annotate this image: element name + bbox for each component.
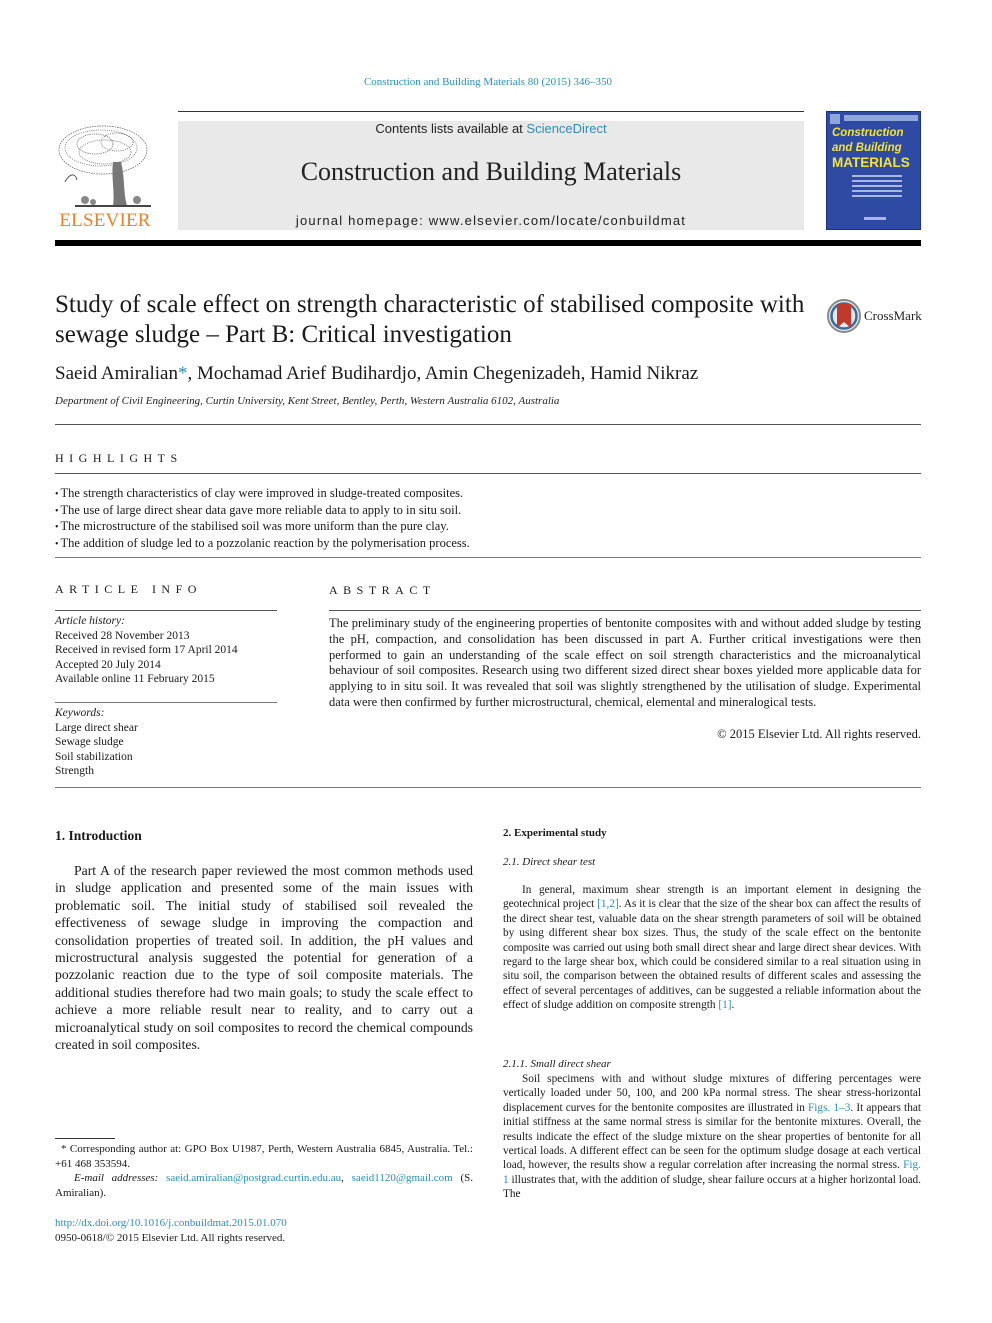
history-item: Received in revised form 17 April 2014 [55,644,238,656]
divider [55,610,277,611]
subsection-heading-small-direct-shear: 2.1.1. Small direct shear [503,1058,611,1070]
figure-link[interactable]: Figs. 1–3 [808,1102,850,1114]
crossmark-icon [827,299,861,333]
highlights-heading: HIGHLIGHTS [55,451,183,465]
cover-bar [844,115,918,121]
divider [55,702,277,703]
masthead-divider [55,240,921,246]
abstract-copyright: © 2015 Elsevier Ltd. All rights reserved… [717,727,921,741]
history-item: Received 28 November 2013 [55,629,190,642]
footnote: * Corresponding author at: GPO Box U1987… [55,1142,473,1200]
cover-text-lines [852,175,902,200]
divider [329,610,921,611]
author[interactable]: Saeid Amiralian [55,363,178,384]
crossmark-button[interactable]: CrossMark [826,298,926,334]
email-note: E-mail addresses: saeid.amiralian@postgr… [55,1172,473,1199]
keyword: Strength [55,765,94,777]
highlight-item: The addition of sludge led to a pozzolan… [55,536,921,553]
direct-shear-paragraph: In general, maximum shear strength is an… [503,884,921,1012]
divider [55,787,921,788]
author[interactable]: Mochamad Arief Budihardjo [197,363,417,384]
issn-line: 0950-0618/© 2015 Elsevier Ltd. All right… [55,1231,286,1244]
abstract-heading: ABSTRACT [329,583,436,597]
highlight-item: The use of large direct shear data gave … [55,503,921,520]
highlight-item: The strength characteristics of clay wer… [55,486,921,503]
divider [55,557,921,558]
section-heading-experimental: 2. Experimental study [503,827,607,839]
article-history: Article history: Received 28 November 20… [55,614,277,687]
highlight-item: The microstructure of the stabilised soi… [55,519,921,536]
small-direct-shear-paragraph: Soil specimens with and without sludge m… [503,1073,921,1201]
journal-title: Construction and Building Materials [300,157,682,186]
keywords-label: Keywords: [55,707,105,719]
header-rule [178,111,804,112]
author[interactable]: Hamid Nikraz [590,363,698,384]
footnote-rule [55,1138,115,1139]
keyword: Soil stabilization [55,750,133,763]
citation-link[interactable]: [1,2] [597,898,619,910]
article-info-heading: ARTICLE INFO [55,582,202,596]
affiliation: Department of Civil Engineering, Curtin … [55,395,560,407]
journal-reference[interactable]: Construction and Building Materials 80 (… [0,76,976,88]
cover-footer [864,217,886,220]
contents-prefix: Contents lists available at [375,121,527,136]
highlights-list: The strength characteristics of clay wer… [55,486,921,553]
journal-masthead: Contents lists available at ScienceDirec… [178,121,804,230]
divider [55,473,921,474]
citation-link[interactable]: [1] [718,999,731,1011]
history-item: Available online 11 February 2015 [55,673,215,685]
email-label: E-mail addresses: [74,1172,159,1184]
elsevier-wordmark: ELSEVIER [59,210,151,231]
doi-block: http://dx.doi.org/10.1016/j.conbuildmat.… [55,1216,287,1245]
divider [55,424,921,425]
section-heading-introduction: 1. Introduction [55,828,142,843]
subsection-heading-direct-shear: 2.1. Direct shear test [503,856,596,868]
email-link[interactable]: saeid1120@gmail.com [352,1172,453,1184]
contents-line: Contents lists available at ScienceDirec… [178,121,804,136]
abstract-text: The preliminary study of the engineering… [329,616,921,709]
author-list: Saeid Amiralian*, Mochamad Arief Budihar… [55,363,699,384]
cover-subtitle: MATERIALS [832,155,910,170]
corresponding-author-note: * Corresponding author at: GPO Box U1987… [55,1143,473,1170]
journal-cover[interactable]: Construction and Building MATERIALS [826,111,921,230]
article-history-label: Article history: [55,615,125,627]
article-title: Study of scale effect on strength charac… [55,291,805,348]
sciencedirect-link[interactable]: ScienceDirect [526,121,606,136]
crossmark-label: CrossMark [864,308,922,323]
elsevier-tree-icon [55,122,155,210]
author[interactable]: Amin Chegenizadeh [425,363,581,384]
keyword: Sewage sludge [55,736,124,748]
doi-link[interactable]: http://dx.doi.org/10.1016/j.conbuildmat.… [55,1216,287,1231]
keywords: Keywords: Large direct shear Sewage slud… [55,706,277,779]
corresponding-author-mark[interactable]: * [178,363,188,384]
journal-homepage[interactable]: journal homepage: www.elsevier.com/locat… [178,213,804,228]
keyword: Large direct shear [55,721,138,734]
cover-title: Construction and Building [832,127,904,154]
elsevier-logo[interactable]: ELSEVIER [55,122,155,232]
cover-logo-icon [830,114,840,124]
history-item: Accepted 20 July 2014 [55,658,161,671]
introduction-paragraph: Part A of the research paper reviewed th… [55,863,473,1053]
email-link[interactable]: saeid.amiralian@postgrad.curtin.edu.au [166,1172,341,1184]
